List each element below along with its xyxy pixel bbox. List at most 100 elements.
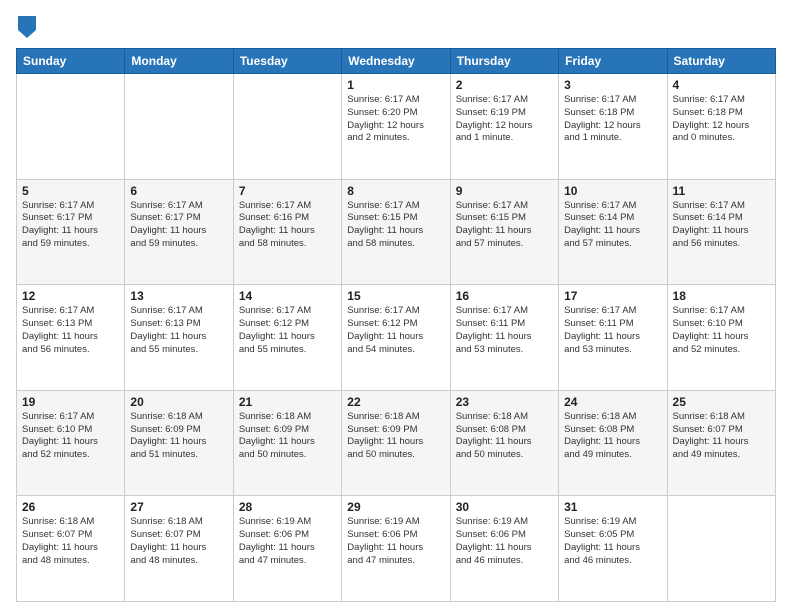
day-number: 21 — [239, 395, 336, 409]
calendar-day-cell: 19 Sunrise: 6:17 AM Sunset: 6:10 PM Dayli… — [17, 390, 125, 496]
day-info: Sunrise: 6:17 AM Sunset: 6:20 PM Dayligh… — [347, 94, 444, 145]
day-number: 28 — [239, 500, 336, 514]
calendar-day-cell: 23Sunrise: 6:18 AM Sunset: 6:08 PM Dayli… — [450, 390, 558, 496]
day-number: 15 — [347, 289, 444, 303]
day-info: Sunrise: 6:17 AM Sunset: 6:17 PM Dayligh… — [22, 200, 119, 251]
day-info: Sunrise: 6:17 AM Sunset: 6:12 PM Dayligh… — [239, 305, 336, 356]
day-number: 31 — [564, 500, 661, 514]
day-info: Sunrise: 6:17 AM Sunset: 6:19 PM Dayligh… — [456, 94, 553, 145]
day-number: 18 — [673, 289, 770, 303]
calendar-day-cell: 29 Sunrise: 6:19 AM Sunset: 6:06 PM Dayli… — [342, 496, 450, 602]
day-info: Sunrise: 6:18 AM Sunset: 6:07 PM Dayligh… — [22, 516, 119, 567]
calendar-day-cell: 16 Sunrise: 6:17 AM Sunset: 6:11 PM Dayli… — [450, 285, 558, 391]
day-info: Sunrise: 6:19 AM Sunset: 6:05 PM Dayligh… — [564, 516, 661, 567]
calendar-day-cell: 24 Sunrise: 6:18 AM Sunset: 6:08 PM Dayli… — [559, 390, 667, 496]
day-info: Sunrise: 6:18 AM Sunset: 6:09 PM Dayligh… — [239, 411, 336, 462]
weekday-header: Sunday — [17, 49, 125, 74]
weekday-header: Monday — [125, 49, 233, 74]
calendar-day-cell: 5 Sunrise: 6:17 AM Sunset: 6:17 PM Daylig… — [17, 179, 125, 285]
day-info: Sunrise: 6:17 AM Sunset: 6:11 PM Dayligh… — [564, 305, 661, 356]
day-number: 14 — [239, 289, 336, 303]
calendar-day-cell: 25 Sunrise: 6:18 AM Sunset: 6:07 PM Dayli… — [667, 390, 775, 496]
day-number: 7 — [239, 184, 336, 198]
day-number: 13 — [130, 289, 227, 303]
weekday-header: Thursday — [450, 49, 558, 74]
day-number: 19 — [22, 395, 119, 409]
logo-icon — [18, 16, 36, 38]
day-number: 17 — [564, 289, 661, 303]
calendar-day-cell: 20 Sunrise: 6:18 AM Sunset: 6:09 PM Dayli… — [125, 390, 233, 496]
day-number: 3 — [564, 78, 661, 92]
calendar-week-row: 12 Sunrise: 6:17 AM Sunset: 6:13 PM Dayli… — [17, 285, 776, 391]
day-info: Sunrise: 6:18 AM Sunset: 6:07 PM Dayligh… — [130, 516, 227, 567]
calendar-day-cell: 26Sunrise: 6:18 AM Sunset: 6:07 PM Dayli… — [17, 496, 125, 602]
calendar-day-cell: 9 Sunrise: 6:17 AM Sunset: 6:15 PM Daylig… — [450, 179, 558, 285]
day-info: Sunrise: 6:17 AM Sunset: 6:11 PM Dayligh… — [456, 305, 553, 356]
page-header — [16, 16, 776, 38]
logo — [16, 16, 42, 38]
calendar-day-cell — [125, 74, 233, 180]
calendar-day-cell: 15Sunrise: 6:17 AM Sunset: 6:12 PM Dayli… — [342, 285, 450, 391]
day-number: 20 — [130, 395, 227, 409]
day-info: Sunrise: 6:17 AM Sunset: 6:14 PM Dayligh… — [564, 200, 661, 251]
day-number: 10 — [564, 184, 661, 198]
day-info: Sunrise: 6:19 AM Sunset: 6:06 PM Dayligh… — [347, 516, 444, 567]
calendar-week-row: 1 Sunrise: 6:17 AM Sunset: 6:20 PM Daylig… — [17, 74, 776, 180]
day-info: Sunrise: 6:18 AM Sunset: 6:08 PM Dayligh… — [564, 411, 661, 462]
weekday-header: Friday — [559, 49, 667, 74]
day-number: 5 — [22, 184, 119, 198]
day-info: Sunrise: 6:17 AM Sunset: 6:16 PM Dayligh… — [239, 200, 336, 251]
day-number: 11 — [673, 184, 770, 198]
day-info: Sunrise: 6:17 AM Sunset: 6:10 PM Dayligh… — [22, 411, 119, 462]
day-number: 29 — [347, 500, 444, 514]
calendar-day-cell: 14 Sunrise: 6:17 AM Sunset: 6:12 PM Dayli… — [233, 285, 341, 391]
calendar-day-cell: 7 Sunrise: 6:17 AM Sunset: 6:16 PM Daylig… — [233, 179, 341, 285]
calendar-week-row: 26Sunrise: 6:18 AM Sunset: 6:07 PM Dayli… — [17, 496, 776, 602]
calendar-day-cell — [667, 496, 775, 602]
day-number: 27 — [130, 500, 227, 514]
calendar-day-cell: 8 Sunrise: 6:17 AM Sunset: 6:15 PM Daylig… — [342, 179, 450, 285]
calendar-week-row: 19 Sunrise: 6:17 AM Sunset: 6:10 PM Dayli… — [17, 390, 776, 496]
calendar-table: SundayMondayTuesdayWednesdayThursdayFrid… — [16, 48, 776, 602]
calendar-day-cell: 27 Sunrise: 6:18 AM Sunset: 6:07 PM Dayli… — [125, 496, 233, 602]
day-number: 1 — [347, 78, 444, 92]
calendar-header-row: SundayMondayTuesdayWednesdayThursdayFrid… — [17, 49, 776, 74]
day-number: 23 — [456, 395, 553, 409]
calendar-day-cell: 11 Sunrise: 6:17 AM Sunset: 6:14 PM Dayli… — [667, 179, 775, 285]
calendar-day-cell: 22Sunrise: 6:18 AM Sunset: 6:09 PM Dayli… — [342, 390, 450, 496]
day-info: Sunrise: 6:17 AM Sunset: 6:15 PM Dayligh… — [456, 200, 553, 251]
day-number: 30 — [456, 500, 553, 514]
day-number: 25 — [673, 395, 770, 409]
day-number: 12 — [22, 289, 119, 303]
day-info: Sunrise: 6:17 AM Sunset: 6:14 PM Dayligh… — [673, 200, 770, 251]
day-number: 6 — [130, 184, 227, 198]
calendar-day-cell: 1 Sunrise: 6:17 AM Sunset: 6:20 PM Daylig… — [342, 74, 450, 180]
calendar-day-cell: 13Sunrise: 6:17 AM Sunset: 6:13 PM Dayli… — [125, 285, 233, 391]
calendar-day-cell: 3 Sunrise: 6:17 AM Sunset: 6:18 PM Daylig… — [559, 74, 667, 180]
day-number: 16 — [456, 289, 553, 303]
day-number: 24 — [564, 395, 661, 409]
day-info: Sunrise: 6:17 AM Sunset: 6:18 PM Dayligh… — [564, 94, 661, 145]
day-number: 8 — [347, 184, 444, 198]
calendar-day-cell: 21 Sunrise: 6:18 AM Sunset: 6:09 PM Dayli… — [233, 390, 341, 496]
day-number: 9 — [456, 184, 553, 198]
day-info: Sunrise: 6:18 AM Sunset: 6:09 PM Dayligh… — [347, 411, 444, 462]
day-number: 2 — [456, 78, 553, 92]
day-info: Sunrise: 6:17 AM Sunset: 6:10 PM Dayligh… — [673, 305, 770, 356]
day-info: Sunrise: 6:18 AM Sunset: 6:07 PM Dayligh… — [673, 411, 770, 462]
day-info: Sunrise: 6:17 AM Sunset: 6:13 PM Dayligh… — [22, 305, 119, 356]
day-info: Sunrise: 6:17 AM Sunset: 6:18 PM Dayligh… — [673, 94, 770, 145]
calendar-day-cell: 2 Sunrise: 6:17 AM Sunset: 6:19 PM Daylig… — [450, 74, 558, 180]
calendar-day-cell: 30 Sunrise: 6:19 AM Sunset: 6:06 PM Dayli… — [450, 496, 558, 602]
day-info: Sunrise: 6:18 AM Sunset: 6:09 PM Dayligh… — [130, 411, 227, 462]
weekday-header: Tuesday — [233, 49, 341, 74]
weekday-header: Wednesday — [342, 49, 450, 74]
calendar-day-cell: 28Sunrise: 6:19 AM Sunset: 6:06 PM Dayli… — [233, 496, 341, 602]
calendar-day-cell: 4Sunrise: 6:17 AM Sunset: 6:18 PM Daylig… — [667, 74, 775, 180]
calendar-day-cell: 31 Sunrise: 6:19 AM Sunset: 6:05 PM Dayli… — [559, 496, 667, 602]
calendar-day-cell: 18 Sunrise: 6:17 AM Sunset: 6:10 PM Dayli… — [667, 285, 775, 391]
day-info: Sunrise: 6:19 AM Sunset: 6:06 PM Dayligh… — [456, 516, 553, 567]
day-info: Sunrise: 6:17 AM Sunset: 6:15 PM Dayligh… — [347, 200, 444, 251]
calendar-week-row: 5 Sunrise: 6:17 AM Sunset: 6:17 PM Daylig… — [17, 179, 776, 285]
calendar-day-cell: 6Sunrise: 6:17 AM Sunset: 6:17 PM Daylig… — [125, 179, 233, 285]
